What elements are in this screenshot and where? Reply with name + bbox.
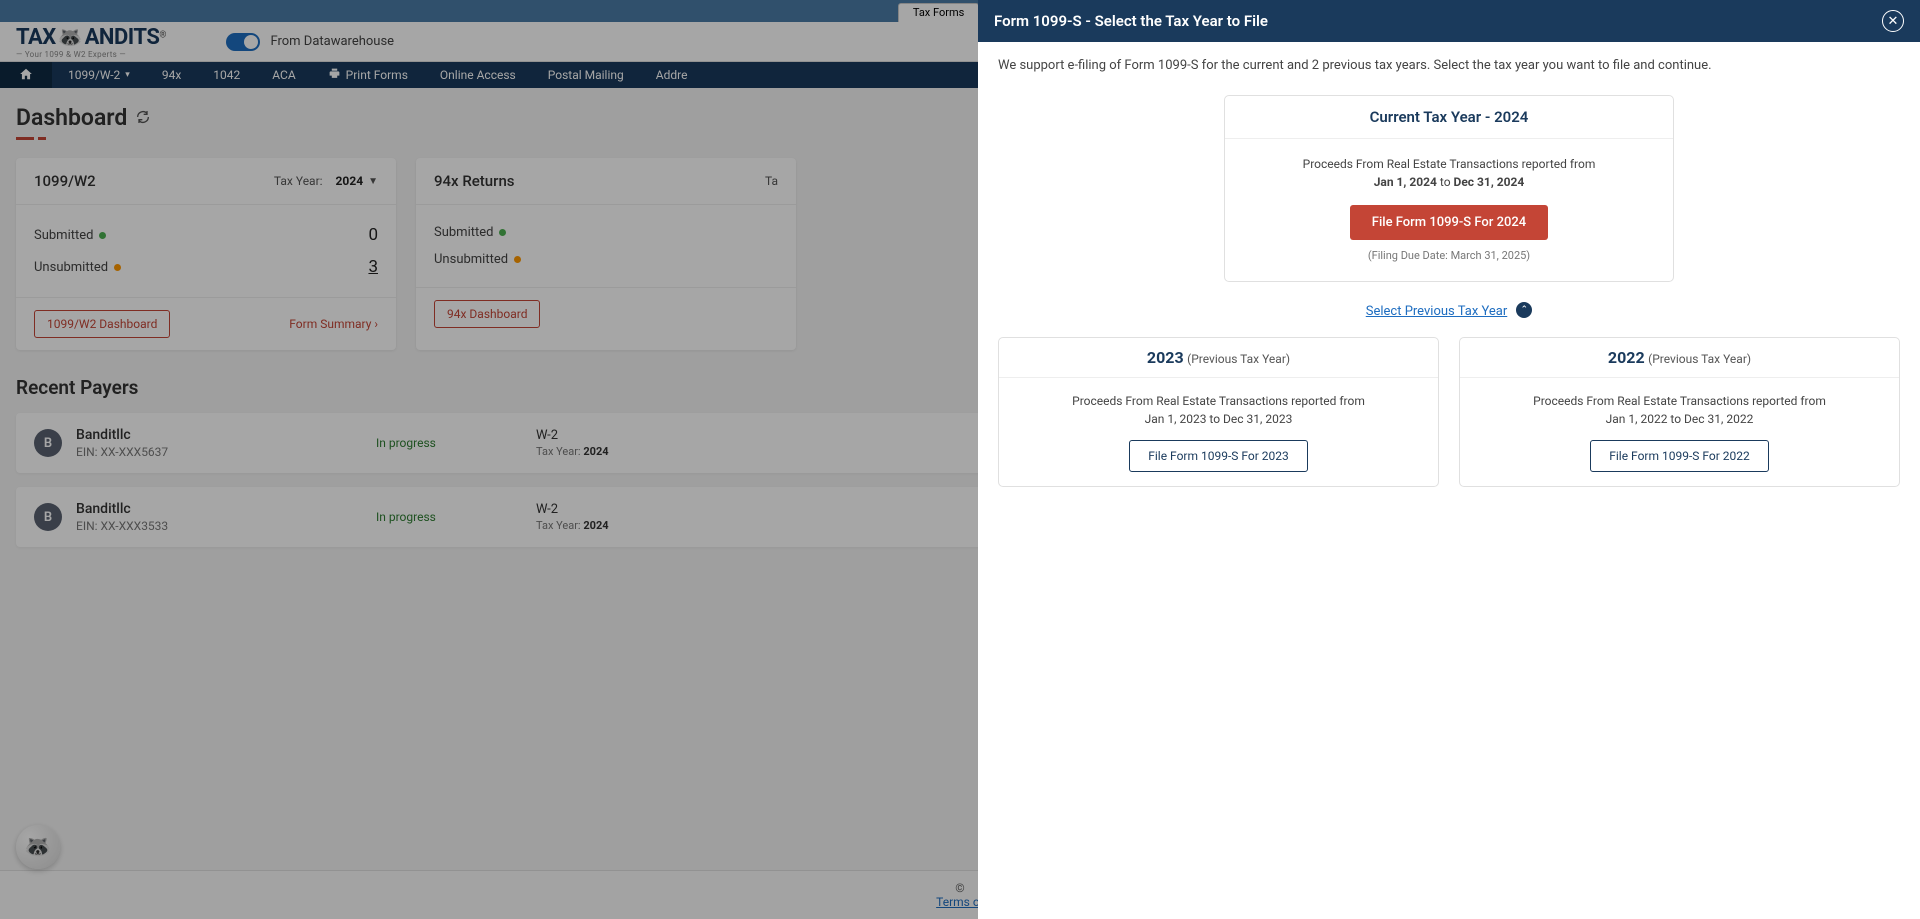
file-2023-button[interactable]: File Form 1099-S For 2023 — [1129, 440, 1308, 472]
year-2023-card: 2023 (Previous Tax Year) Proceeds From R… — [998, 337, 1439, 487]
tax-year-panel: Form 1099-S - Select the Tax Year to Fil… — [978, 0, 1920, 919]
date-range: Jan 1, 2023 to Dec 31, 2023 — [1017, 410, 1420, 428]
chevron-up-icon: ⌃ — [1516, 302, 1532, 318]
report-from-text: Proceeds From Real Estate Transactions r… — [1478, 392, 1881, 410]
file-2024-button[interactable]: File Form 1099-S For 2024 — [1350, 205, 1548, 240]
current-year-box: Current Tax Year - 2024 Proceeds From Re… — [1224, 95, 1674, 282]
previous-year-toggle[interactable]: Select Previous Tax Year ⌃ — [998, 300, 1900, 319]
due-date-text: (Filing Due Date: March 31, 2025) — [1245, 248, 1653, 265]
report-from-text: Proceeds From Real Estate Transactions r… — [1245, 155, 1653, 173]
file-2022-button[interactable]: File Form 1099-S For 2022 — [1590, 440, 1769, 472]
close-button[interactable]: ✕ — [1882, 10, 1904, 32]
close-icon: ✕ — [1888, 14, 1899, 29]
date-range: Jan 1, 2022 to Dec 31, 2022 — [1478, 410, 1881, 428]
current-year-header: Current Tax Year - 2024 — [1225, 96, 1673, 139]
panel-description: We support e-filing of Form 1099-S for t… — [998, 58, 1900, 73]
report-from-text: Proceeds From Real Estate Transactions r… — [1017, 392, 1420, 410]
panel-title: Form 1099-S - Select the Tax Year to Fil… — [994, 12, 1268, 30]
year-2022-card: 2022 (Previous Tax Year) Proceeds From R… — [1459, 337, 1900, 487]
